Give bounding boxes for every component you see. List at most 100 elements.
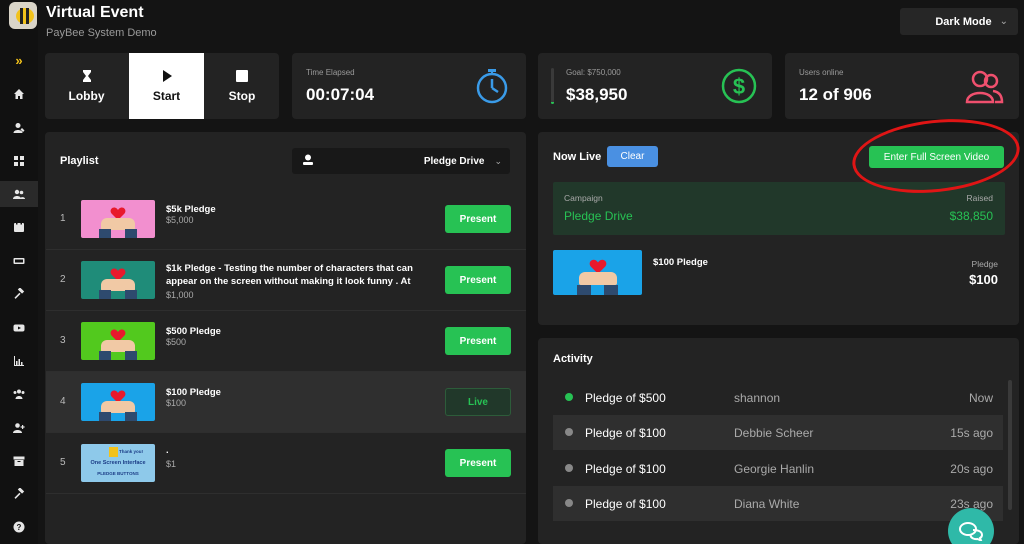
stop-button[interactable]: Stop <box>205 53 279 119</box>
theme-select[interactable]: Dark Mode ⌄ <box>900 8 1018 35</box>
stopwatch-icon <box>476 69 508 104</box>
playlist-row-3[interactable]: 3 $500 Pledge $500 Present <box>46 311 526 372</box>
live-button[interactable]: Live <box>445 388 511 416</box>
svg-text:$: $ <box>733 74 745 99</box>
calendar-icon[interactable] <box>0 214 38 240</box>
users-online-value: 12 of 906 <box>799 85 872 104</box>
sleeve-right <box>125 412 137 421</box>
playlist-row-2[interactable]: 2 $1k Pledge - Testing the number of cha… <box>46 250 526 311</box>
goal-progress-bar <box>551 68 554 104</box>
team-icon[interactable] <box>0 381 38 407</box>
goal-label: Goal: $750,000 <box>566 68 621 77</box>
sleeve-right <box>125 290 137 299</box>
sleeve-left <box>99 290 111 299</box>
chart-icon[interactable] <box>0 348 38 374</box>
row-amount: $500 <box>166 337 187 347</box>
archive-icon[interactable] <box>0 448 38 474</box>
now-live-title: Now Live <box>553 151 602 163</box>
activity-row: Pledge of $100 Diana White 23s ago <box>553 486 1003 521</box>
activity-donor: Debbie Scheer <box>734 426 814 440</box>
present-button[interactable]: Present <box>445 266 511 294</box>
activity-scrollbar[interactable] <box>1008 380 1012 510</box>
play-icon <box>162 70 172 82</box>
activity-donor: Georgie Hanlin <box>734 462 815 476</box>
home-icon[interactable] <box>0 81 38 107</box>
activity-text: Pledge of $100 <box>585 497 666 511</box>
user-edit-icon[interactable] <box>0 115 38 141</box>
row-number: 1 <box>60 213 66 224</box>
start-button[interactable]: Start <box>129 53 204 119</box>
goal-progress-fill <box>551 102 554 104</box>
help-icon[interactable]: ? <box>0 514 38 540</box>
row-thumbnail <box>81 200 155 238</box>
dollar-icon: $ <box>721 68 757 104</box>
sleeve-right <box>125 229 137 238</box>
chevron-down-icon: ⌄ <box>999 16 1008 27</box>
expand-icon[interactable]: » <box>0 47 38 73</box>
page-subtitle: PayBee System Demo <box>46 27 157 39</box>
app-logo[interactable] <box>9 2 37 29</box>
chevron-down-icon: ⌄ <box>494 155 502 166</box>
sleeve-right <box>125 351 137 360</box>
playlist-select-value: Pledge Drive <box>423 155 485 167</box>
activity-time: 20s ago <box>950 462 993 476</box>
clear-button[interactable]: Clear <box>607 146 658 167</box>
row-title: $1k Pledge - Testing the number of chara… <box>166 263 413 287</box>
lobby-button[interactable]: Lobby <box>45 53 128 119</box>
status-dot <box>565 464 573 472</box>
row-number: 4 <box>60 396 66 407</box>
row-thumbnail <box>81 261 155 299</box>
users-icon[interactable] <box>0 181 38 207</box>
row-amount: $5,000 <box>166 215 194 225</box>
app-root: » ? Virtual Event PayBee System Demo Dar… <box>0 0 1024 544</box>
campaign-label: Campaign <box>564 193 603 203</box>
youtube-icon[interactable] <box>0 315 38 341</box>
now-live-thumbnail <box>553 250 642 295</box>
ticket-icon[interactable] <box>0 248 38 274</box>
present-button[interactable]: Present <box>445 327 511 355</box>
campaign-name: Pledge Drive <box>564 209 633 223</box>
raised-value: $38,850 <box>949 209 993 223</box>
playlist-row-1[interactable]: 1 $5k Pledge $5,000 Present <box>46 189 526 250</box>
svg-text:?: ? <box>17 523 22 532</box>
activity-donor: shannon <box>734 391 781 405</box>
playlist-row-5[interactable]: 5 Thank you! One Screen Interface PLEDGE… <box>46 433 526 494</box>
thumb-text-3: PLEDGE BUTTONS <box>97 471 139 476</box>
lobby-label: Lobby <box>68 89 105 103</box>
activity-text: Pledge of $100 <box>585 426 666 440</box>
row-number: 3 <box>60 335 66 346</box>
activity-row: Pledge of $100 Georgie Hanlin 20s ago <box>553 451 1003 486</box>
gavel-icon[interactable] <box>0 281 38 307</box>
heart-hands-image <box>81 200 155 238</box>
row-thumbnail <box>81 322 155 360</box>
goal-raised-value: $38,950 <box>566 85 628 104</box>
row-title: $500 Pledge <box>166 326 221 337</box>
row-amount: $100 <box>166 398 187 408</box>
row-amount: $1 <box>166 459 177 469</box>
sleeve-left <box>577 285 591 295</box>
activity-text: Pledge of $100 <box>585 462 666 476</box>
present-button[interactable]: Present <box>445 205 511 233</box>
sleeve-left <box>99 351 111 360</box>
playlist-row-4[interactable]: 4 $100 Pledge $100 Live <box>46 372 526 433</box>
chat-icon <box>959 522 983 541</box>
user-add-icon[interactable] <box>0 415 38 441</box>
sleeve-right <box>604 285 618 295</box>
playlist-campaign-select[interactable]: Pledge Drive ⌄ <box>292 148 510 174</box>
row-title: . <box>166 445 169 456</box>
users-online-icon <box>965 70 1004 104</box>
tools-icon[interactable] <box>0 481 38 507</box>
playlist-title: Playlist <box>60 155 99 167</box>
donate-hand-icon <box>303 154 313 165</box>
heart-hands-image <box>553 250 642 295</box>
time-elapsed-label: Time Elapsed <box>306 68 355 77</box>
status-dot <box>565 393 573 401</box>
row-thumbnail <box>81 383 155 421</box>
raised-label: Raised <box>966 193 993 203</box>
status-dot <box>565 499 573 507</box>
sidebar: » ? <box>0 0 38 544</box>
activity-donor: Diana White <box>734 497 800 511</box>
row-number: 2 <box>60 274 66 285</box>
present-button[interactable]: Present <box>445 449 511 477</box>
grid-icon[interactable] <box>0 148 38 174</box>
